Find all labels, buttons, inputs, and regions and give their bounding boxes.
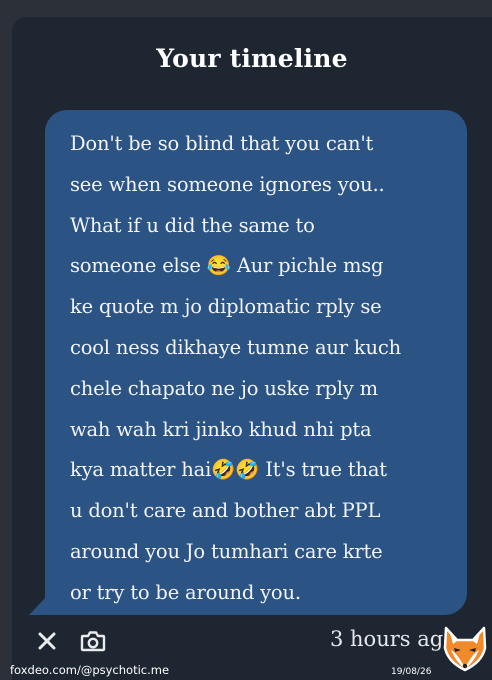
watermark-url: foxdeo.com/@psychotic.me — [10, 663, 170, 677]
timestamp: 3 hours ag — [330, 627, 444, 651]
camera-icon[interactable] — [80, 629, 106, 653]
close-icon[interactable] — [36, 630, 58, 652]
watermark-date: 19/08/26 — [391, 667, 432, 677]
bottom-action-bar: 3 hours ag — [12, 624, 492, 664]
message-bubble-tail — [29, 596, 47, 615]
fox-logo — [443, 626, 487, 672]
page-title: Your timeline — [156, 44, 348, 73]
message-text: Don't be so blind that you can't see whe… — [70, 132, 401, 604]
